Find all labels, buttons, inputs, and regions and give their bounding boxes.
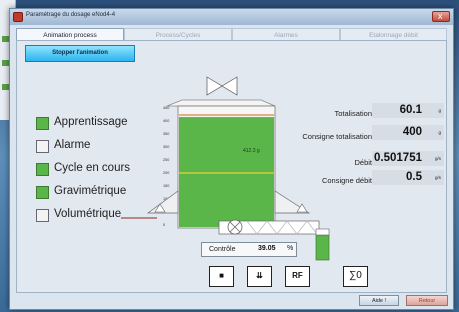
scale-tick-label: 0 xyxy=(163,223,165,227)
consigne-totalisation-unit: g xyxy=(438,130,441,135)
totalisation-field: 60.1 g xyxy=(372,103,444,118)
bottom-bar: Aide ! Retour xyxy=(10,295,453,309)
controle-value: 39.05 xyxy=(258,245,276,252)
hopper-lid xyxy=(166,99,276,107)
consigne-debit-label: Consigne débit xyxy=(321,176,372,185)
controle-label: Contrôle xyxy=(209,246,236,253)
scale-tick-label: 400 xyxy=(163,119,169,123)
debit-label: Débit xyxy=(354,158,372,167)
dosage-window: Paramétrage du dosage eNod4-4 x Animatio… xyxy=(9,8,454,310)
discharge-neck xyxy=(315,228,330,236)
help-button[interactable]: Aide ! xyxy=(359,295,399,306)
debit-value: 0.501751 xyxy=(374,152,422,164)
controle-unit: % xyxy=(287,245,294,252)
consigne-totalisation-label: Consigne totalisation xyxy=(302,132,372,141)
window-title: Paramétrage du dosage eNod4-4 xyxy=(26,12,116,18)
scale-tick-label: 250 xyxy=(163,158,169,162)
rf-button[interactable]: RF xyxy=(285,266,310,287)
consigne-debit-unit: g/s xyxy=(434,175,441,180)
debit-field: 0.501751 g/s xyxy=(372,151,444,166)
title-bar[interactable]: Paramétrage du dosage eNod4-4 x xyxy=(10,9,453,25)
sum-reset-button[interactable]: ∑0 xyxy=(343,266,368,287)
scale-tick-label: 350 xyxy=(163,132,169,136)
consigne-debit-field: 0.5 g/s xyxy=(372,170,444,185)
hopper-fill-level xyxy=(179,117,274,227)
scale-tick-label: 450 xyxy=(163,106,169,110)
consigne-totalisation-field: 400 g xyxy=(372,125,444,140)
valve-left-icon xyxy=(206,76,223,96)
scale-tick-label: 200 xyxy=(163,171,169,175)
hopper-weight-label: 412.3 g xyxy=(243,148,260,154)
tab-content-panel: Stopper l'animation Apprentissage Alarme… xyxy=(16,40,447,293)
totalisation-value: 60.1 xyxy=(399,104,422,116)
scale-tick-label: 300 xyxy=(163,145,169,149)
totalisation-label: Totalisation xyxy=(334,109,372,118)
consigne-totalisation-value: 400 xyxy=(402,126,422,138)
close-icon: x xyxy=(438,11,443,21)
close-button[interactable]: x xyxy=(432,11,450,22)
scale-tick-label: 150 xyxy=(163,184,169,188)
valve-right-icon xyxy=(221,76,238,96)
debit-unit: g/s xyxy=(434,156,441,161)
discharge-button[interactable]: ⇊ xyxy=(247,266,272,287)
controle-readout: Contrôle 39.05 % xyxy=(201,242,297,257)
back-button[interactable]: Retour xyxy=(406,295,448,306)
consigne-debit-value: 0.5 xyxy=(406,171,422,183)
totalisation-unit: g xyxy=(438,108,441,113)
discharge-output xyxy=(315,234,330,261)
app-icon xyxy=(13,12,23,22)
stop-square-button[interactable]: ■ xyxy=(209,266,234,287)
